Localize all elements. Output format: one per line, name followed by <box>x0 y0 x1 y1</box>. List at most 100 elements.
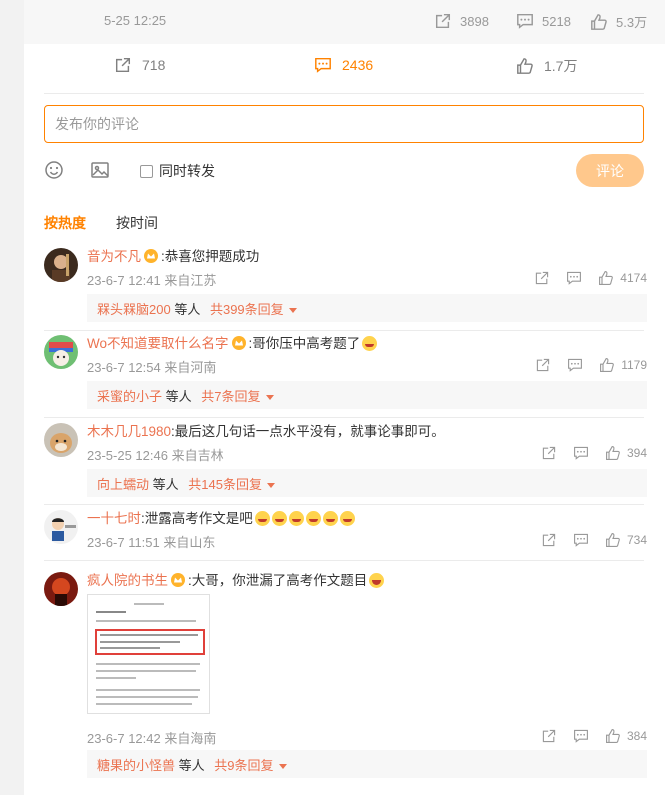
comment-like-count: 394 <box>626 446 647 460</box>
reply-count-link[interactable]: 共399条回复 <box>210 302 284 317</box>
avatar[interactable] <box>44 248 78 282</box>
comment-text: :恭喜您押题成功 <box>161 249 260 264</box>
thumbs-up-icon <box>591 13 607 30</box>
avatar[interactable] <box>44 335 78 369</box>
comment-location: 来自江苏 <box>164 273 217 288</box>
grin-emoji-icon <box>288 511 304 526</box>
thumbs-up-icon <box>606 729 620 743</box>
comment-actions: 394 <box>541 445 647 461</box>
reply-icon[interactable] <box>567 357 583 373</box>
comment-button[interactable]: 2436 <box>314 56 373 74</box>
reply-username[interactable]: 糖果的小怪兽 <box>97 758 175 773</box>
comment-username[interactable]: 一十七时 <box>87 511 141 526</box>
comment-actions: 1179 <box>535 357 647 373</box>
post-meta-bar: 5-25 12:25 3898 5218 5.3万 <box>24 0 665 44</box>
crown-badge-icon <box>231 336 246 350</box>
meta-repost[interactable]: 3898 <box>434 12 489 30</box>
avatar[interactable] <box>44 510 78 544</box>
meta-comment-count: 5218 <box>542 13 571 29</box>
comment-actions: 734 <box>541 532 647 548</box>
comment-like-count: 734 <box>626 533 647 547</box>
emoji-button[interactable] <box>44 160 64 183</box>
reply-count-link[interactable]: 共9条回复 <box>214 758 273 773</box>
comment-username[interactable]: 木木几几1980 <box>87 424 171 439</box>
reply-username[interactable]: 槑头槑脑200 <box>97 302 171 317</box>
image-icon <box>91 162 109 178</box>
comment-like-button[interactable]: 4174 <box>598 270 647 286</box>
reply-count-link[interactable]: 共145条回复 <box>188 477 262 492</box>
comment-divider <box>44 504 644 505</box>
reply-summary[interactable]: 向上蠕动 等人 共145条回复 <box>87 469 647 497</box>
comment-content: 疯人院的书生 :大哥，你泄漏了高考作文题目 <box>87 572 647 590</box>
comment-meta: 23-6-7 11:51 来自山东 <box>87 532 215 551</box>
image-upload-button[interactable] <box>90 160 110 183</box>
comment-like-button[interactable]: 1179 <box>599 357 647 373</box>
comment-like-count: 1179 <box>621 358 647 372</box>
reply-icon[interactable] <box>573 532 589 548</box>
comment-text: :哥你压中高考题了 <box>248 336 361 351</box>
comment-username[interactable]: 疯人院的书生 <box>87 573 168 588</box>
reply-connector: 等人 <box>165 389 192 404</box>
repost-label: 同时转发 <box>159 163 215 179</box>
comment-content: 木木几几1980:最后这几句话一点水平没有，就事论事即可。 <box>87 423 647 441</box>
caret-down-icon <box>278 764 287 769</box>
meta-like[interactable]: 5.3万 <box>590 12 647 31</box>
crown-badge-icon <box>144 249 158 263</box>
comment-like-button[interactable]: 384 <box>605 728 647 744</box>
post-action-bar: 718 2436 1.7万 <box>44 44 644 94</box>
meta-comment[interactable]: 5218 <box>516 12 571 30</box>
grin-emoji-icon <box>254 511 270 526</box>
repost-toggle[interactable]: 同时转发 <box>140 161 215 181</box>
reply-count-link[interactable]: 共7条回复 <box>201 389 260 404</box>
comment-location: 来自山东 <box>163 535 216 550</box>
like-button[interactable]: 1.7万 <box>516 56 577 76</box>
comment-text: :最后这几句话一点水平没有，就事论事即可。 <box>171 424 445 439</box>
share-icon[interactable] <box>541 445 557 461</box>
smiley-icon <box>45 161 63 179</box>
caret-down-icon <box>288 308 297 313</box>
comment-input[interactable] <box>44 105 644 143</box>
comment-username[interactable]: 音为不凡 <box>87 249 141 264</box>
comment-like-button[interactable]: 734 <box>605 532 647 548</box>
comment-text: :泄露高考作文是吧 <box>141 511 253 526</box>
avatar[interactable] <box>44 572 78 606</box>
comment-like-count: 4174 <box>620 271 647 285</box>
share-icon[interactable] <box>541 532 557 548</box>
comment-username[interactable]: Wo不知道要取什么名字 <box>87 336 229 351</box>
comment-time: 23-6-7 12:54 <box>87 360 161 375</box>
comment-like-count: 384 <box>626 729 647 743</box>
comment-meta: 23-5-25 12:46 来自吉林 <box>87 445 224 464</box>
share-icon[interactable] <box>541 728 557 744</box>
meta-repost-count: 3898 <box>460 13 489 29</box>
reply-summary[interactable]: 糖果的小怪兽 等人 共9条回复 <box>87 750 647 778</box>
comment-content: 音为不凡 :恭喜您押题成功 <box>87 248 647 266</box>
repost-checkbox[interactable] <box>140 164 153 178</box>
tab-sort-hot[interactable]: 按热度 <box>44 213 86 233</box>
comment-text: :大哥，你泄漏了高考作文题目 <box>188 573 368 588</box>
comment-like-button[interactable]: 394 <box>605 445 647 461</box>
share-icon[interactable] <box>534 270 550 286</box>
reply-username[interactable]: 采蜜的小子 <box>97 389 162 404</box>
comment-divider <box>44 417 644 418</box>
tab-sort-time[interactable]: 按时间 <box>116 213 158 233</box>
repost-button[interactable]: 718 <box>114 56 165 74</box>
reply-icon[interactable] <box>573 445 589 461</box>
grin-emoji-icon <box>305 511 321 526</box>
reply-username[interactable]: 向上蠕动 <box>97 477 149 492</box>
submit-comment-button[interactable]: 评论 <box>576 154 644 187</box>
share-icon[interactable] <box>535 357 551 373</box>
reply-icon[interactable] <box>573 728 589 744</box>
reply-icon[interactable] <box>566 270 582 286</box>
crown-badge-icon <box>171 573 185 587</box>
comment-icon <box>315 57 331 73</box>
thumbs-up-icon <box>599 271 614 285</box>
reply-summary[interactable]: 采蜜的小子 等人 共7条回复 <box>87 381 647 409</box>
comment-time: 23-6-7 12:41 <box>87 273 161 288</box>
thumbs-up-icon <box>517 58 533 74</box>
comment-divider <box>44 330 644 331</box>
reply-summary[interactable]: 槑头槑脑200 等人 共399条回复 <box>87 294 647 322</box>
comment-attached-image[interactable] <box>87 594 210 714</box>
avatar[interactable] <box>44 423 78 457</box>
reply-connector: 等人 <box>174 302 201 317</box>
comment-meta: 23-6-7 12:42 来自海南 <box>87 728 216 747</box>
